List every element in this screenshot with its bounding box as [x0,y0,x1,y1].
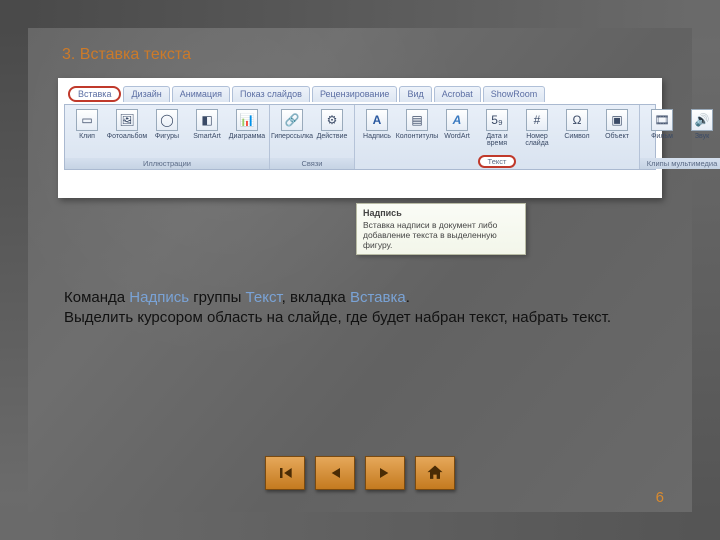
btn-textbox[interactable]: AНадпись [358,107,396,140]
kw-vstavka: Вставка [350,289,406,306]
btn-sound[interactable]: 🔊Звук [683,107,720,140]
btn-hyperlink[interactable]: 🔗Гиперссылка [273,107,311,140]
btn-action[interactable]: ⚙Действие [313,107,351,140]
nav-next-button[interactable] [365,456,405,490]
first-icon [275,463,295,483]
action-icon: ⚙ [321,109,343,131]
group-illustrations: ▭Клип 🖼Фотоальбом ◯Фигуры ◧SmartArt 📊Диа… [65,105,270,169]
tooltip-textbox: Надпись Вставка надписи в документ либо … [356,203,526,255]
sound-icon: 🔊 [691,109,713,131]
tab-view[interactable]: Вид [399,86,431,102]
nav-home-button[interactable] [415,456,455,490]
btn-wordart[interactable]: AWordArt [438,107,476,140]
page-number: 6 [656,489,664,506]
smartart-icon: ◧ [196,109,218,131]
home-icon [425,463,445,483]
group-label-links: Связи [270,158,354,169]
group-label-media: Клипы мультимедиа [640,158,720,169]
group-label-illustrations: Иллюстрации [65,158,269,169]
tab-review[interactable]: Рецензирование [312,86,398,102]
tab-animation[interactable]: Анимация [172,86,230,102]
btn-datetime[interactable]: 5₉Дата и время [478,107,516,147]
next-icon [375,463,395,483]
btn-symbol[interactable]: ΩСимвол [558,107,596,140]
btn-headerfooter[interactable]: ▤Колонтитулы [398,107,436,140]
kw-nadpis: Надпись [129,289,189,306]
tooltip-body: Вставка надписи в документ либо добавлен… [363,220,497,250]
nav-first-button[interactable] [265,456,305,490]
group-text: AНадпись ▤Колонтитулы AWordArt 5₉Дата и … [355,105,640,169]
nav-buttons [265,456,455,490]
tab-showroom[interactable]: ShowRoom [483,86,546,102]
group-label-text: Текст [478,155,517,168]
btn-movie[interactable]: 🎞Фильм [643,107,681,140]
date-icon: 5₉ [486,109,508,131]
btn-smartart[interactable]: ◧SmartArt [188,107,226,140]
clip-icon: ▭ [76,109,98,131]
tab-slideshow[interactable]: Показ слайдов [232,86,310,102]
tooltip-title: Надпись [363,208,519,218]
headerfooter-icon: ▤ [406,109,428,131]
tab-design[interactable]: Дизайн [123,86,169,102]
textbox-icon: A [366,109,388,131]
slide-title: 3. Вставка текста [62,46,662,64]
object-icon: ▣ [606,109,628,131]
explanation-text: Команда Надпись группы Текст, вкладка Вс… [58,288,662,329]
symbol-icon: Ω [566,109,588,131]
number-icon: # [526,109,548,131]
ribbon-screenshot: Вставка Дизайн Анимация Показ слайдов Ре… [58,78,662,198]
btn-clip[interactable]: ▭Клип [68,107,106,140]
btn-photoalbum[interactable]: 🖼Фотоальбом [108,107,146,140]
btn-shapes[interactable]: ◯Фигуры [148,107,186,140]
btn-slidenumber[interactable]: #Номер слайда [518,107,556,147]
btn-chart[interactable]: 📊Диаграмма [228,107,266,140]
wordart-icon: A [446,109,468,131]
prev-icon [325,463,345,483]
tab-acrobat[interactable]: Acrobat [434,86,481,102]
link-icon: 🔗 [281,109,303,131]
ribbon-tabs: Вставка Дизайн Анимация Показ слайдов Ре… [64,84,656,104]
shapes-icon: ◯ [156,109,178,131]
photo-icon: 🖼 [116,109,138,131]
chart-icon: 📊 [236,109,258,131]
kw-tekst: Текст [246,289,282,306]
btn-object[interactable]: ▣Объект [598,107,636,140]
movie-icon: 🎞 [651,109,673,131]
group-links: 🔗Гиперссылка ⚙Действие Связи [270,105,355,169]
ribbon-body: ▭Клип 🖼Фотоальбом ◯Фигуры ◧SmartArt 📊Диа… [64,104,656,170]
nav-prev-button[interactable] [315,456,355,490]
group-media: 🎞Фильм 🔊Звук Клипы мультимедиа [640,105,720,169]
tab-insert[interactable]: Вставка [68,86,121,102]
